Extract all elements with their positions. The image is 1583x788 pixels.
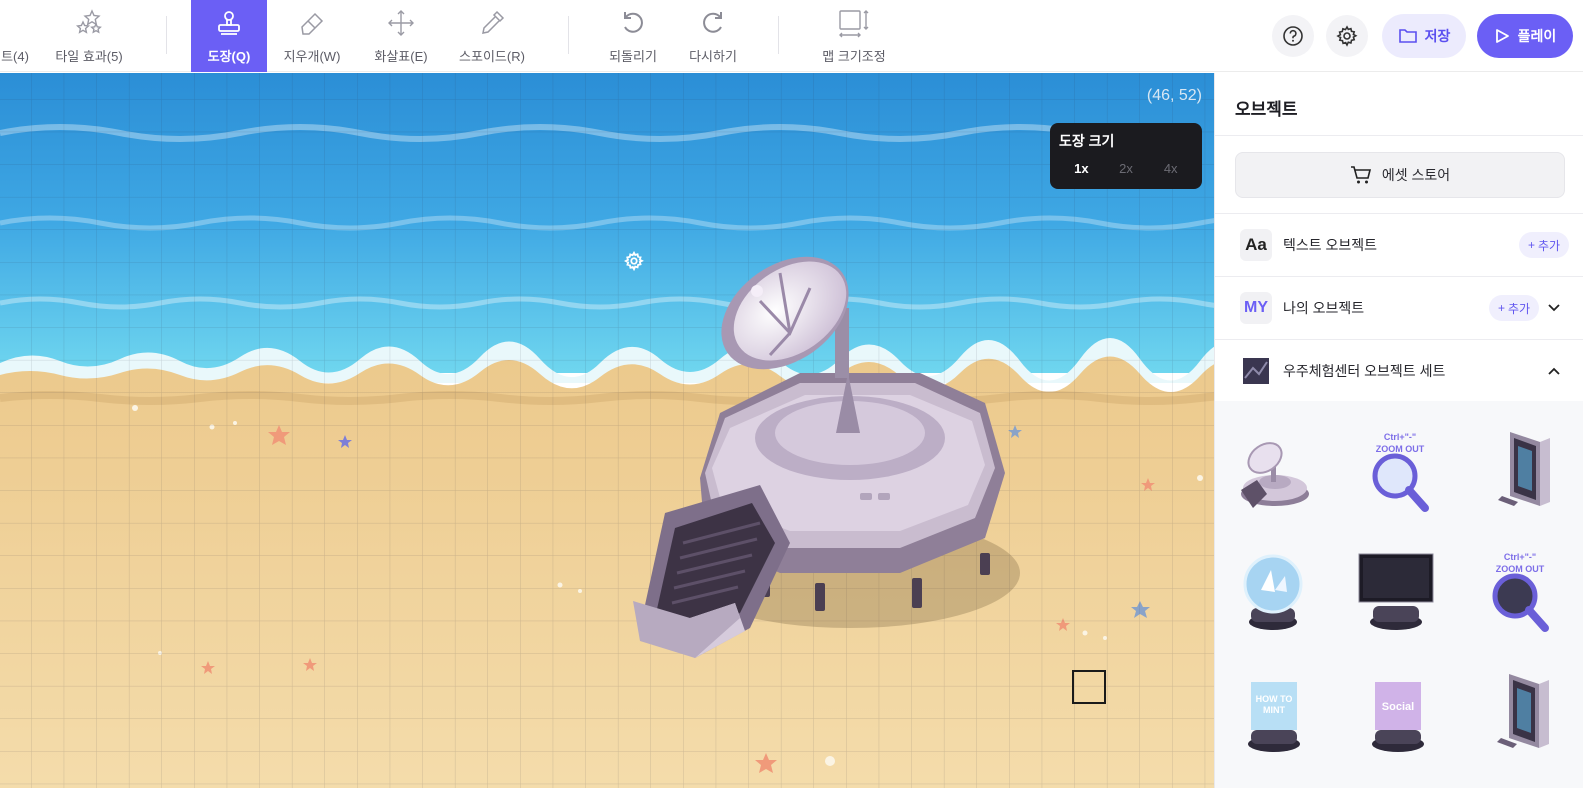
add-my-object-button[interactable]: + 추가 xyxy=(1489,295,1540,321)
svg-text:Ctrl+"-": Ctrl+"-" xyxy=(1504,552,1536,562)
eraser-icon xyxy=(297,8,327,38)
svg-text:Social: Social xyxy=(1382,701,1414,713)
stars-icon xyxy=(74,8,104,38)
plus-icon: + xyxy=(1498,301,1506,315)
object-zoom-out-sign-dark[interactable]: Ctrl+"-" ZOOM OUT xyxy=(1475,541,1565,641)
toolbar: 트(4) 타일 효과(5) 도장(Q) 지우개(W) 화살표(E) 스포이드(R… xyxy=(0,0,1583,72)
brush-size-4x[interactable]: 4x xyxy=(1148,161,1193,176)
panel-title: 오브젝트 xyxy=(1235,100,1298,119)
svg-text:ZOOM OUT: ZOOM OUT xyxy=(1376,444,1425,454)
save-label: 저장 xyxy=(1424,28,1451,44)
tool-arrow[interactable]: 화살표(E) xyxy=(368,0,434,72)
divider xyxy=(568,16,569,54)
chevron-down-icon[interactable] xyxy=(1546,300,1562,316)
set-thumbnail xyxy=(1243,358,1269,384)
divider xyxy=(1215,135,1583,136)
help-icon xyxy=(1283,26,1303,46)
brush-size-panel: 도장 크기 1x 2x 4x xyxy=(1050,123,1202,189)
svg-text:MINT: MINT xyxy=(1263,705,1285,715)
divider xyxy=(778,16,779,54)
map-scene xyxy=(0,73,1214,788)
svg-text:HOW TO: HOW TO xyxy=(1256,694,1293,704)
object-radar-station[interactable] xyxy=(1225,421,1315,521)
settings-button[interactable] xyxy=(1326,15,1368,57)
object-gate-door-2[interactable] xyxy=(1477,663,1567,763)
object-zoom-out-sign[interactable]: Ctrl+"-" ZOOM OUT xyxy=(1355,421,1445,521)
object-grid: Ctrl+"-" ZOOM OUT Ctrl+"-" ZOOM OUT HOW … xyxy=(1215,401,1583,788)
text-object-label: 텍스트 오브젝트 xyxy=(1283,237,1378,253)
tool-eyedropper[interactable]: 스포이드(R) xyxy=(455,0,529,72)
gear-icon xyxy=(1336,25,1358,47)
my-object-badge: MY xyxy=(1240,292,1272,324)
tool-eraser[interactable]: 지우개(W) xyxy=(277,0,347,72)
svg-text:ZOOM OUT: ZOOM OUT xyxy=(1496,564,1545,574)
tool-stamp[interactable]: 도장(Q) xyxy=(191,0,267,72)
object-crystal-ball[interactable] xyxy=(1229,541,1319,641)
space-center-set-row[interactable]: 우주체험센터 오브젝트 세트 xyxy=(1215,340,1583,402)
resize-map-button[interactable]: 맵 크기조정 xyxy=(814,0,894,72)
redo-button[interactable]: 다시하기 xyxy=(683,0,743,72)
asset-store-button[interactable]: 에셋 스토어 xyxy=(1235,152,1565,198)
move-arrows-icon xyxy=(387,8,415,38)
stamp-icon xyxy=(215,8,243,38)
play-label: 플레이 xyxy=(1517,28,1557,44)
cursor-coordinates: (46, 52) xyxy=(1146,87,1202,104)
add-label: 추가 xyxy=(1508,301,1531,316)
brush-size-title: 도장 크기 xyxy=(1059,133,1115,149)
undo-button[interactable]: 되돌리기 xyxy=(603,0,663,72)
set-label: 우주체험센터 오브젝트 세트 xyxy=(1283,363,1446,379)
map-canvas[interactable]: (46, 52) 도장 크기 1x 2x 4x xyxy=(0,73,1214,788)
my-object-label: 나의 오브젝트 xyxy=(1283,300,1365,316)
help-button[interactable] xyxy=(1272,15,1314,57)
object-social-sign[interactable]: Social xyxy=(1353,663,1443,763)
placement-gear-icon xyxy=(623,250,644,272)
tool-tile-effect[interactable]: 타일 효과(5) xyxy=(45,0,133,72)
brush-size-2x[interactable]: 2x xyxy=(1104,161,1149,176)
resize-map-icon xyxy=(837,8,871,38)
chevron-up-icon[interactable] xyxy=(1546,363,1562,379)
object-monitor-screen[interactable] xyxy=(1351,541,1441,641)
save-button[interactable]: 저장 xyxy=(1382,14,1466,58)
play-button[interactable]: 플레이 xyxy=(1477,14,1573,58)
divider xyxy=(166,16,167,54)
brush-size-1x[interactable]: 1x xyxy=(1059,161,1104,176)
eyedropper-icon xyxy=(478,8,506,38)
stamp-cursor xyxy=(1072,670,1106,704)
redo-icon xyxy=(699,8,727,38)
my-object-row[interactable]: MY 나의 오브젝트 + 추가 xyxy=(1215,277,1583,339)
tool-tile[interactable]: 트(4) xyxy=(0,0,30,72)
object-panel: 오브젝트 에셋 스토어 Aa 텍스트 오브젝트 + 추가 MY 나의 오브젝트 … xyxy=(1214,73,1583,788)
asset-store-label: 에셋 스토어 xyxy=(1381,167,1451,183)
object-gate-door[interactable] xyxy=(1478,421,1568,521)
undo-icon xyxy=(619,8,647,38)
folder-icon xyxy=(1398,29,1417,43)
svg-text:Ctrl+"-": Ctrl+"-" xyxy=(1384,432,1416,442)
text-object-badge: Aa xyxy=(1240,229,1272,261)
object-how-to-mint-sign[interactable]: HOW TO MINT xyxy=(1229,663,1319,763)
add-label: 추가 xyxy=(1538,238,1561,253)
play-icon xyxy=(1495,29,1509,43)
add-text-object-button[interactable]: + 추가 xyxy=(1519,232,1570,258)
cart-icon xyxy=(1350,166,1371,184)
plus-icon: + xyxy=(1528,238,1536,252)
text-object-row: Aa 텍스트 오브젝트 + 추가 xyxy=(1215,214,1583,276)
